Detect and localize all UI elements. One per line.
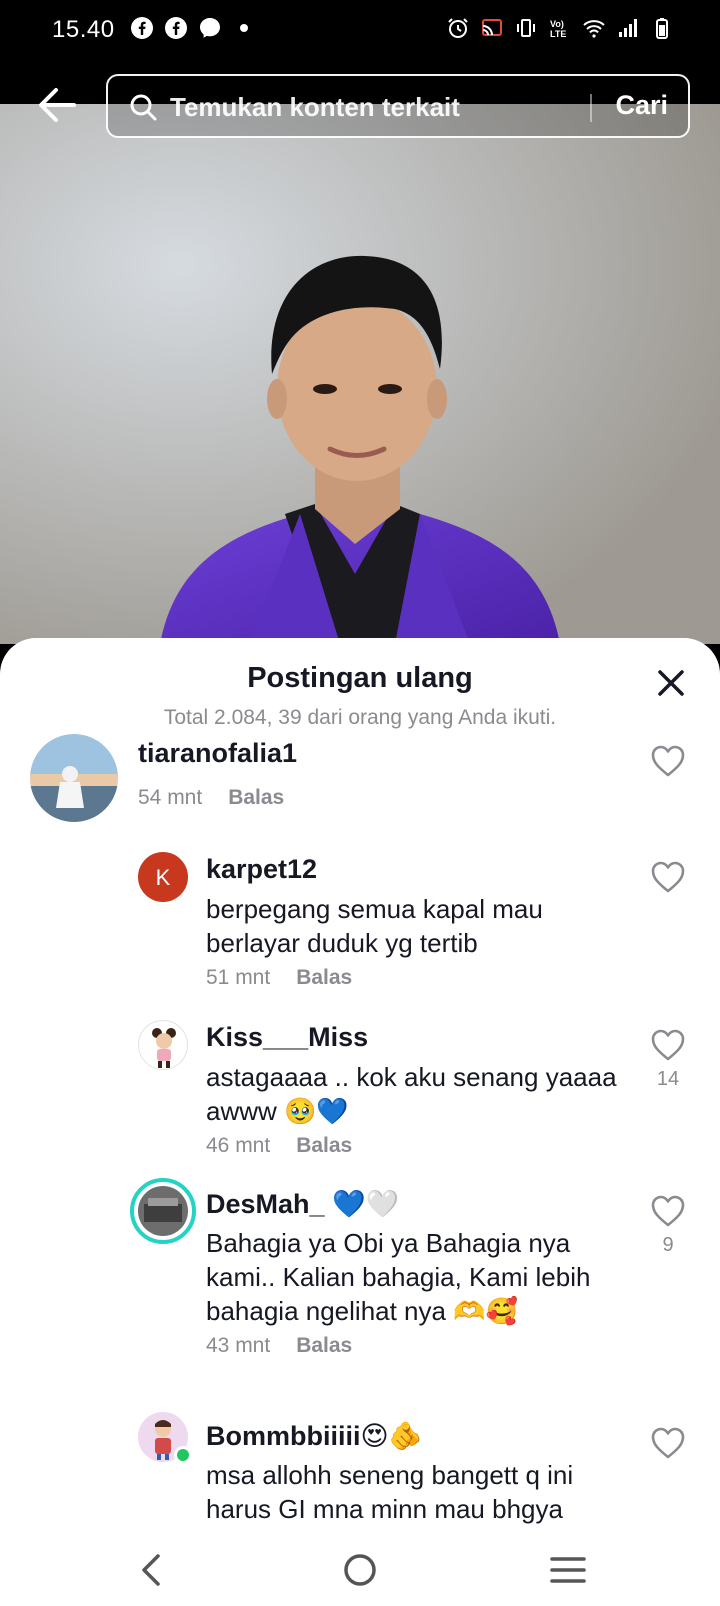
nav-menu-icon[interactable] (548, 1550, 588, 1590)
avatar[interactable] (30, 734, 118, 822)
avatar[interactable]: K (138, 852, 188, 902)
facebook-icon (131, 17, 153, 39)
search-button[interactable]: Cari (615, 90, 668, 121)
svg-text:LTE: LTE (550, 29, 566, 39)
heart-icon (651, 1195, 685, 1227)
sheet-title: Postingan ulang (247, 662, 473, 694)
comment-text: Bahagia ya Obi ya Bahagia nya kami.. Kal… (206, 1228, 591, 1326)
signal-icon (619, 19, 637, 37)
search-bar[interactable]: Temukan konten terkait Cari (106, 74, 690, 138)
like-button[interactable]: 14 (650, 1028, 686, 1091)
svg-text:K: K (156, 865, 171, 890)
nav-back-icon[interactable] (132, 1550, 172, 1590)
comment-item: Bommbbiiiii😍🫵 msa allohh seneng bangett … (0, 1412, 720, 1538)
reposts-sheet: Postingan ulang Total 2.084, 39 dari ora… (0, 638, 720, 1538)
search-input[interactable]: Temukan konten terkait (170, 92, 460, 123)
portrait-image (0, 104, 720, 644)
facebook-icon (165, 17, 187, 39)
comment-item: DesMah_ 💙🤍 Bahagia ya Obi ya Bahagia nya… (0, 1178, 720, 1374)
like-count: 14 (656, 1068, 680, 1090)
comment-meta: 46 mnt Balas (206, 1134, 352, 1158)
comment-username[interactable]: Kiss___Miss (206, 1022, 368, 1053)
status-time: 15.40 (52, 16, 115, 43)
comment-username[interactable]: karpet12 (206, 854, 317, 885)
comment-text: berpegang semua kapal mau berlayar duduk… (206, 894, 543, 958)
online-indicator (174, 1446, 192, 1464)
comment-username[interactable]: tiaranofalia1 (138, 738, 297, 769)
reply-button[interactable]: Balas (296, 1134, 352, 1157)
sheet-subtitle: Total 2.084, 39 dari orang yang Anda iku… (163, 706, 557, 729)
system-nav-bar (0, 1534, 720, 1606)
comment-time: 46 mnt (206, 1134, 271, 1157)
like-button[interactable] (650, 1426, 686, 1460)
cast-icon (482, 19, 502, 36)
like-button[interactable] (650, 860, 686, 894)
comment-time: 51 mnt (206, 966, 271, 989)
reply-button[interactable]: Balas (296, 1334, 352, 1357)
volte-icon: Vo)LTE (550, 19, 566, 39)
reply-button[interactable]: Balas (228, 786, 284, 809)
heart-icon (651, 1427, 685, 1459)
heart-icon (651, 745, 685, 777)
comment-item: tiaranofalia1 54 mnt Balas (0, 734, 720, 834)
heart-icon (651, 1029, 685, 1061)
avatar[interactable] (138, 1020, 188, 1070)
heart-icon (651, 861, 685, 893)
dot-icon (240, 24, 248, 32)
comment-meta: 51 mnt Balas (206, 966, 352, 990)
avatar[interactable] (130, 1178, 196, 1244)
comment-meta: 54 mnt Balas (138, 786, 284, 810)
battery-icon (656, 18, 668, 39)
svg-text:Vo): Vo) (550, 19, 564, 29)
back-arrow-icon[interactable] (34, 82, 80, 128)
comment-item: K karpet12 berpegang semua kapal mau ber… (0, 850, 720, 1000)
comment-meta: 43 mnt Balas (206, 1334, 352, 1358)
like-button[interactable]: 9 (650, 1194, 686, 1257)
like-count: 9 (662, 1234, 674, 1256)
messenger-icon (200, 18, 220, 38)
like-button[interactable] (650, 744, 686, 778)
search-divider (590, 94, 592, 122)
comment-item: Kiss___Miss astagaaaa .. kok aku senang … (0, 1018, 720, 1168)
alarm-icon (448, 18, 468, 38)
comment-text: astagaaaa .. kok aku senang yaaaa awww 🥹… (206, 1062, 617, 1126)
nav-home-icon[interactable] (340, 1550, 380, 1590)
post-photo[interactable] (0, 104, 720, 644)
comment-time: 43 mnt (206, 1334, 271, 1357)
comment-username[interactable]: Bommbbiiiii😍🫵 (206, 1420, 422, 1452)
wifi-icon (583, 20, 605, 38)
avatar[interactable] (138, 1412, 192, 1464)
status-right-icons: Vo) LTE (446, 16, 674, 40)
reply-button[interactable]: Balas (296, 966, 352, 989)
search-icon (130, 94, 157, 121)
status-left-icons (130, 16, 256, 40)
comment-time: 54 mnt (138, 786, 203, 809)
close-icon[interactable] (656, 668, 686, 698)
comment-username[interactable]: DesMah_ 💙🤍 (206, 1188, 399, 1220)
comment-text: msa allohh seneng bangett q ini harus GI… (206, 1460, 574, 1524)
vibrate-icon (517, 19, 535, 37)
